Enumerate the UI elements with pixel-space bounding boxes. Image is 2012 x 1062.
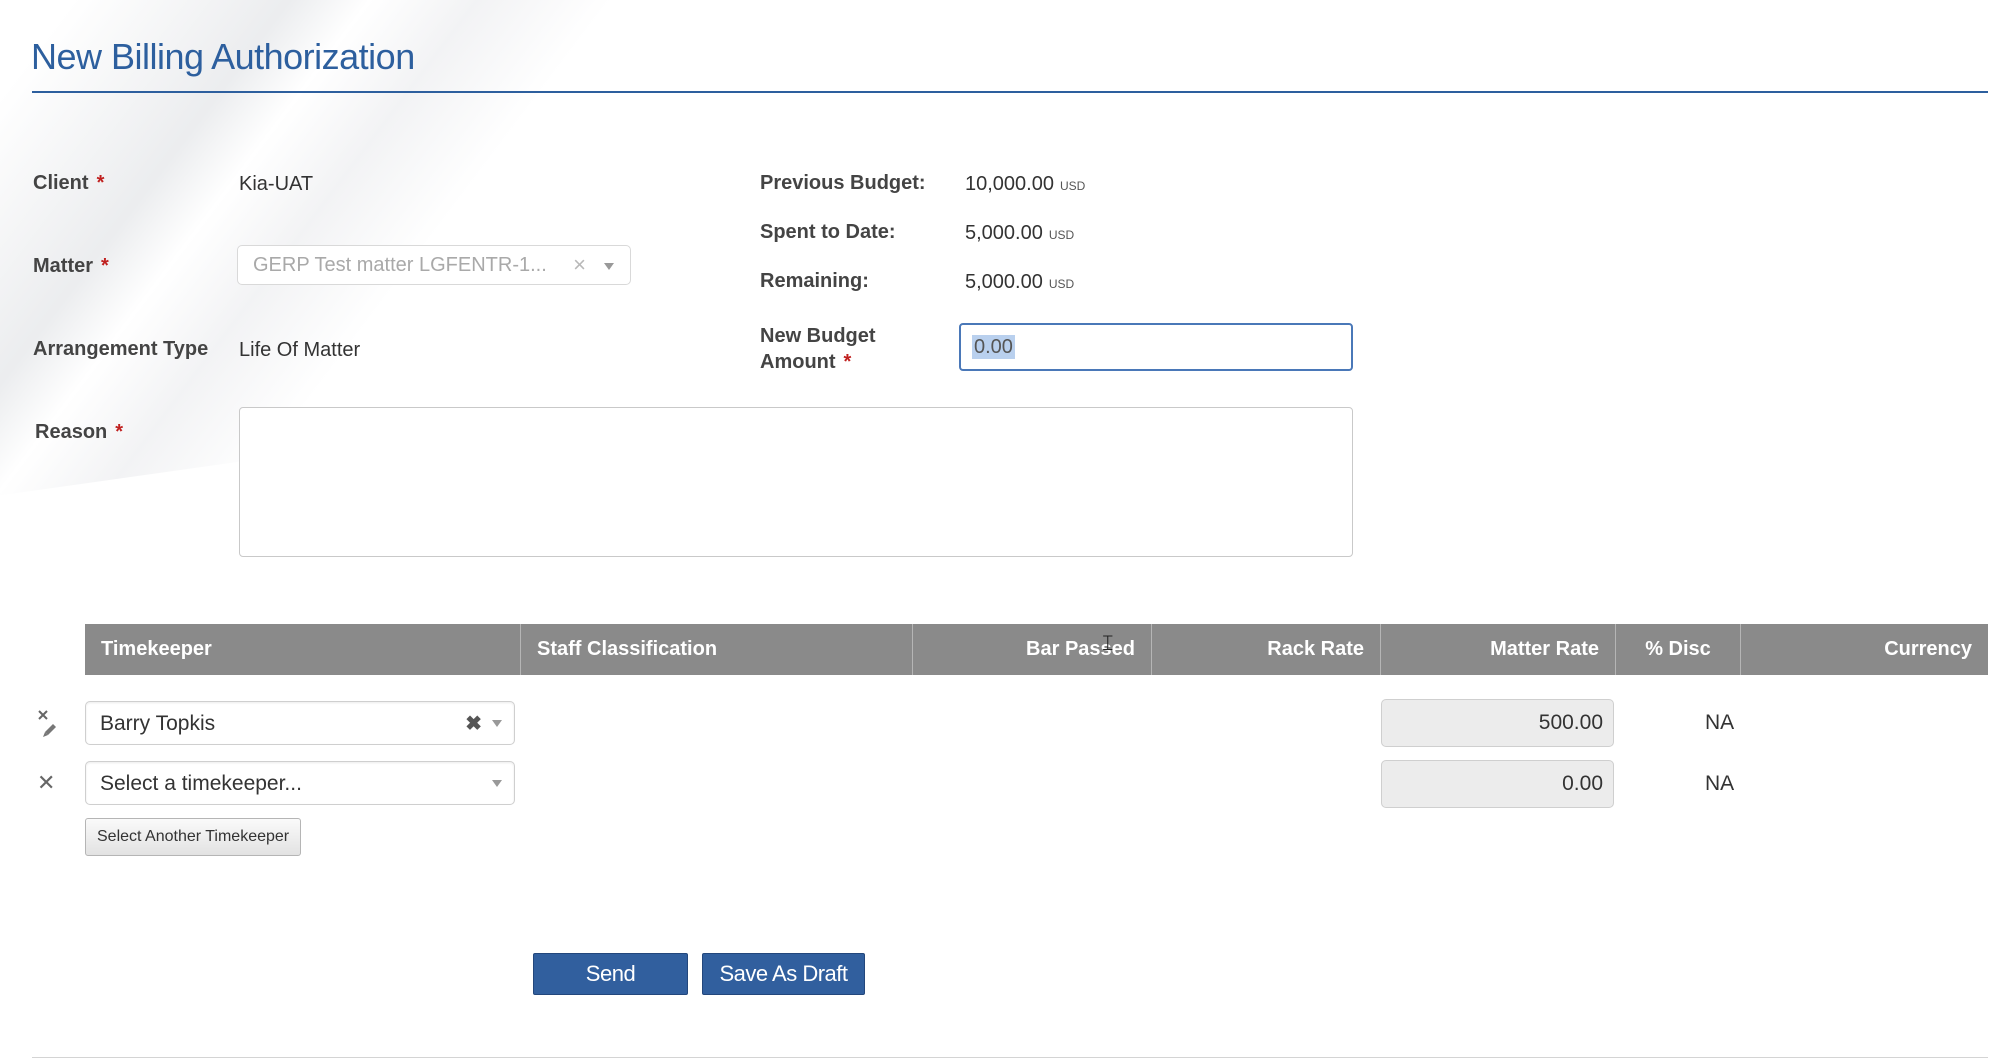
select-another-timekeeper-button[interactable]: Select Another Timekeeper — [85, 818, 302, 856]
footer-divider — [32, 1057, 1988, 1058]
title-divider — [32, 91, 1988, 93]
send-button[interactable]: Send — [533, 953, 688, 995]
currency-code: USD — [1059, 179, 1086, 193]
required-marker: * — [101, 255, 109, 277]
previous-budget-label: Previous Budget: — [760, 172, 926, 194]
matter-select: GERP Test matter LGFENTR-1... × — [237, 245, 631, 285]
matter-label: Matter * — [33, 255, 109, 277]
remove-row-icon[interactable]: ✕ — [37, 770, 55, 796]
save-as-draft-button[interactable]: Save As Draft — [702, 953, 865, 995]
timekeeper-select[interactable]: Barry Topkis ✖ — [85, 701, 515, 745]
required-marker: * — [96, 172, 105, 194]
required-marker: * — [843, 351, 852, 373]
new-budget-amount-value: 0.00 — [972, 335, 1015, 359]
currency-code: USD — [1048, 277, 1075, 291]
chevron-down-icon — [604, 263, 614, 270]
matter-rate-input[interactable]: 500.00 — [1381, 699, 1614, 747]
page-title: New Billing Authorization — [31, 36, 415, 77]
matter-rate-input[interactable]: 0.00 — [1381, 760, 1614, 808]
text-cursor-icon: 𝙸 — [1100, 630, 1116, 655]
reason-textarea[interactable] — [239, 407, 1353, 557]
column-header-discount: % Disc — [1615, 624, 1740, 675]
clear-icon[interactable]: ✖ — [465, 711, 482, 736]
arrangement-type-label: Arrangement Type — [33, 338, 209, 360]
column-header-staff-classification: Staff Classification — [520, 624, 912, 675]
column-header-currency: Currency — [1740, 624, 1988, 675]
new-budget-amount-label: New Budget Amount * — [760, 325, 876, 373]
remove-edit-row-icon[interactable] — [36, 708, 58, 744]
timekeeper-select[interactable]: Select a timekeeper... — [85, 761, 515, 805]
arrangement-type-value: Life Of Matter — [239, 339, 361, 361]
timekeeper-select-value: Barry Topkis — [100, 712, 216, 735]
required-marker: * — [115, 421, 124, 443]
currency-code: USD — [1048, 228, 1075, 242]
spent-to-date-value: 5,000.00 USD — [965, 222, 1075, 244]
matter-select-value: GERP Test matter LGFENTR-1... — [253, 254, 547, 276]
reason-label: Reason * — [35, 421, 124, 443]
new-budget-amount-input[interactable] — [959, 323, 1353, 371]
client-label: Client * — [33, 172, 105, 194]
column-header-timekeeper: Timekeeper — [101, 638, 212, 660]
previous-budget-value: 10,000.00 USD — [965, 173, 1086, 195]
clear-icon: × — [573, 252, 586, 277]
spent-to-date-label: Spent to Date: — [760, 221, 896, 243]
chevron-down-icon — [492, 780, 502, 787]
timekeeper-select-placeholder: Select a timekeeper... — [100, 772, 302, 795]
remaining-label: Remaining: — [760, 270, 869, 292]
discount-value: NA — [1705, 711, 1735, 734]
timekeeper-table-header: Timekeeper Staff Classification Bar Pass… — [85, 624, 1988, 675]
client-value: Kia-UAT — [239, 173, 314, 195]
discount-value: NA — [1705, 772, 1735, 795]
chevron-down-icon — [492, 720, 502, 727]
column-header-rack-rate: Rack Rate — [1151, 624, 1380, 675]
column-header-matter-rate: Matter Rate — [1380, 624, 1615, 675]
remaining-value: 5,000.00 USD — [965, 271, 1075, 293]
